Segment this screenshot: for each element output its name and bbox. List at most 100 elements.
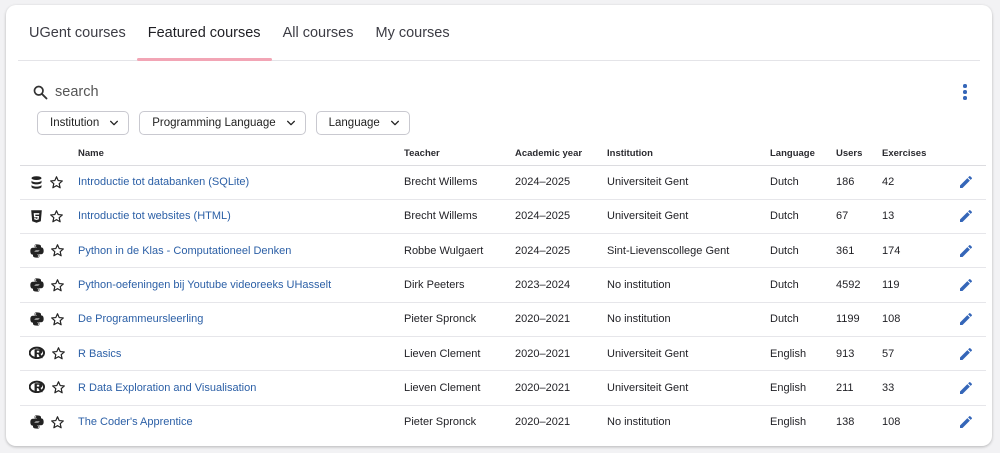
exercises-cell: 42 <box>882 165 942 200</box>
exercises-cell: 174 <box>882 233 942 269</box>
row-icons <box>20 336 78 372</box>
edit-icon[interactable] <box>958 414 974 430</box>
edit-icon[interactable] <box>958 277 974 293</box>
users-cell: 361 <box>836 233 882 269</box>
institution-cell: Sint-Lievenscollege Gent <box>607 233 770 269</box>
table-row[interactable]: Python-oefeningen bij Youtube videoreeks… <box>20 267 986 303</box>
star-icon[interactable] <box>50 278 65 293</box>
course-tabs: UGent courses Featured courses All courses… <box>18 5 980 61</box>
edit-icon[interactable] <box>958 243 974 259</box>
course-link[interactable]: Introductie tot databanken (SQLite) <box>78 176 249 188</box>
column-header-name[interactable]: Name <box>78 142 404 166</box>
row-icons <box>20 267 78 303</box>
database-icon <box>29 175 44 190</box>
python-icon <box>29 277 45 293</box>
filter-institution[interactable]: Institution <box>37 111 130 135</box>
tab-my-courses[interactable]: My courses <box>364 5 460 61</box>
column-header-teacher[interactable]: Teacher <box>404 142 515 166</box>
tab-featured-courses[interactable]: Featured courses <box>136 5 272 61</box>
chevron-down-icon <box>110 120 119 126</box>
academic-year-cell: 2020–2021 <box>515 370 607 406</box>
html5-icon <box>29 209 44 224</box>
filter-label: Language <box>328 117 380 129</box>
users-cell: 186 <box>836 165 882 200</box>
table-row[interactable]: R Basics Lieven Clement 2020–2021 Universit… <box>20 336 986 372</box>
course-link[interactable]: Python-oefeningen bij Youtube videoreeks… <box>78 279 331 291</box>
institution-cell: No institution <box>607 416 671 429</box>
star-icon[interactable] <box>50 243 65 258</box>
column-header-actions <box>942 142 986 166</box>
filter-language[interactable]: Language <box>315 111 410 135</box>
star-icon[interactable] <box>50 415 65 430</box>
edit-cell <box>942 336 986 372</box>
edit-icon[interactable] <box>958 208 974 224</box>
star-icon[interactable] <box>50 312 65 327</box>
edit-icon[interactable] <box>958 311 974 327</box>
academic-year-cell: 2024–2025 <box>515 233 607 269</box>
column-header-icons <box>20 142 78 166</box>
teacher-cell: Robbe Wulgaert <box>404 233 515 269</box>
language-cell: English <box>770 336 836 372</box>
star-icon[interactable] <box>51 380 66 395</box>
course-link[interactable]: Python in de Klas - Computationeel Denke… <box>78 245 291 257</box>
table-row[interactable]: The Coder's Apprentice Pieter Spronck 2020… <box>20 405 986 439</box>
table-row[interactable]: R Data Exploration and Visualisation Liev… <box>20 370 986 406</box>
course-link[interactable]: The Coder's Apprentice <box>78 416 193 428</box>
users-cell: 67 <box>836 199 882 235</box>
edit-icon[interactable] <box>958 346 974 362</box>
course-link[interactable]: R Data Exploration and Visualisation <box>78 382 256 394</box>
institution-cell: No institution <box>607 267 770 303</box>
table-row[interactable]: Introductie tot websites (HTML) Brecht Wi… <box>20 199 986 235</box>
institution-cell: Universiteit Gent <box>607 336 770 372</box>
column-header-academic-year[interactable]: Academic year <box>515 142 607 166</box>
teacher-cell: Pieter Spronck <box>404 302 515 337</box>
column-header-exercises[interactable]: Exercises <box>882 142 942 166</box>
users-cell: 138 <box>836 416 855 429</box>
column-header-language[interactable]: Language <box>770 142 836 166</box>
row-icons <box>20 199 78 235</box>
more-options-icon[interactable] <box>956 82 974 102</box>
edit-icon[interactable] <box>958 174 974 190</box>
star-icon[interactable] <box>49 175 64 190</box>
edit-cell <box>942 199 986 235</box>
star-icon[interactable] <box>51 346 66 361</box>
star-icon[interactable] <box>49 209 64 224</box>
search-bar[interactable] <box>32 81 332 103</box>
search-input[interactable] <box>55 84 315 100</box>
course-link[interactable]: Introductie tot websites (HTML) <box>78 210 231 222</box>
filter-programming-language[interactable]: Programming Language <box>139 111 306 135</box>
edit-cell <box>942 370 986 406</box>
teacher-cell: Lieven Clement <box>404 336 515 372</box>
teacher-cell: Brecht Willems <box>404 199 515 235</box>
academic-year-cell: 2020–2021 <box>515 336 607 372</box>
table-row[interactable]: De Programmeursleerling Pieter Spronck 202… <box>20 302 986 337</box>
chevron-down-icon <box>390 120 399 126</box>
filter-label: Institution <box>50 117 100 129</box>
column-header-institution[interactable]: Institution <box>607 142 770 166</box>
exercises-cell: 13 <box>882 199 942 235</box>
language-cell: English <box>770 370 836 406</box>
academic-year-cell: 2024–2025 <box>515 165 607 200</box>
academic-year-cell: 2020–2021 <box>515 416 571 429</box>
language-cell: Dutch <box>770 233 836 269</box>
edit-cell <box>942 165 986 200</box>
exercises-cell: 108 <box>882 416 901 429</box>
language-cell: Dutch <box>770 267 836 303</box>
institution-cell: Universiteit Gent <box>607 165 770 200</box>
filter-bar: Institution Programming Language Language <box>37 111 410 135</box>
tab-ugent-courses[interactable]: UGent courses <box>18 5 137 61</box>
table-row[interactable]: Introductie tot databanken (SQLite) Brech… <box>20 165 986 200</box>
institution-cell: No institution <box>607 302 770 337</box>
search-icon <box>33 85 48 99</box>
column-header-users[interactable]: Users <box>836 142 882 166</box>
course-link[interactable]: R Basics <box>78 348 121 360</box>
exercises-cell: 119 <box>882 267 942 303</box>
edit-icon[interactable] <box>958 380 974 396</box>
python-icon <box>29 243 45 259</box>
course-link[interactable]: De Programmeursleerling <box>78 313 203 325</box>
tab-all-courses[interactable]: All courses <box>272 5 365 61</box>
edit-cell <box>942 267 986 303</box>
academic-year-cell: 2020–2021 <box>515 302 607 337</box>
chevron-down-icon <box>286 120 295 126</box>
table-row[interactable]: Python in de Klas - Computationeel Denke… <box>20 233 986 269</box>
